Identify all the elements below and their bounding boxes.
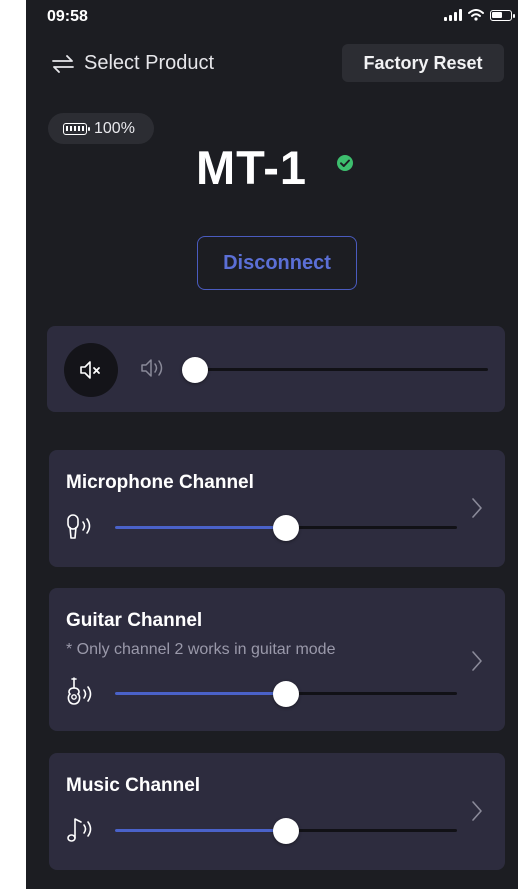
microphone-volume-slider[interactable] (115, 514, 457, 541)
select-product-label: Select Product (84, 52, 215, 74)
slider-thumb[interactable] (273, 817, 299, 844)
battery-percentage: 100% (94, 119, 135, 137)
music-channel-card[interactable]: Music Channel (49, 753, 505, 870)
disconnect-button[interactable]: Disconnect (197, 236, 357, 290)
slider-thumb[interactable] (273, 680, 299, 707)
chevron-right-icon (472, 498, 482, 518)
select-product-button[interactable]: Select Product (52, 52, 214, 75)
channel-title: Guitar Channel (66, 610, 203, 631)
microphone-icon (67, 514, 91, 539)
connected-check-icon (337, 155, 353, 171)
channel-note: * Only channel 2 works in guitar mode (66, 641, 336, 658)
chevron-right-icon (472, 801, 482, 821)
channel-title: Music Channel (66, 775, 201, 796)
swap-arrows-icon (52, 54, 74, 73)
mute-button[interactable] (64, 343, 118, 397)
guitar-channel-card[interactable]: Guitar Channel * Only channel 2 works in… (49, 588, 505, 731)
status-icons (444, 9, 515, 21)
guitar-icon (67, 677, 92, 705)
factory-reset-button[interactable]: Factory Reset (342, 44, 504, 82)
battery-icon (63, 122, 90, 135)
channel-title: Microphone Channel (66, 472, 254, 493)
battery-status: 100% (48, 113, 154, 144)
slider-thumb[interactable] (182, 356, 208, 383)
microphone-channel-card[interactable]: Microphone Channel (49, 450, 505, 567)
slider-fill (115, 692, 286, 695)
wifi-icon (468, 9, 484, 21)
guitar-volume-slider[interactable] (115, 680, 457, 707)
device-name: MT-1 (196, 141, 308, 194)
master-volume-card (47, 326, 505, 412)
status-battery-icon (490, 10, 515, 21)
speaker-muted-icon (80, 361, 100, 379)
slider-fill (115, 526, 286, 529)
signal-icon (444, 9, 462, 21)
status-bar: 09:58 (26, 0, 518, 34)
master-volume-slider[interactable] (182, 356, 488, 383)
slider-fill (115, 829, 286, 832)
slider-thumb[interactable] (273, 514, 299, 541)
chevron-right-icon (472, 651, 482, 671)
music-note-icon (67, 818, 92, 842)
app-screen: 09:58 Select Product Factory Reset 100% (26, 0, 518, 889)
status-time: 09:58 (47, 8, 88, 25)
speaker-volume-icon (141, 359, 163, 377)
music-volume-slider[interactable] (115, 817, 457, 844)
